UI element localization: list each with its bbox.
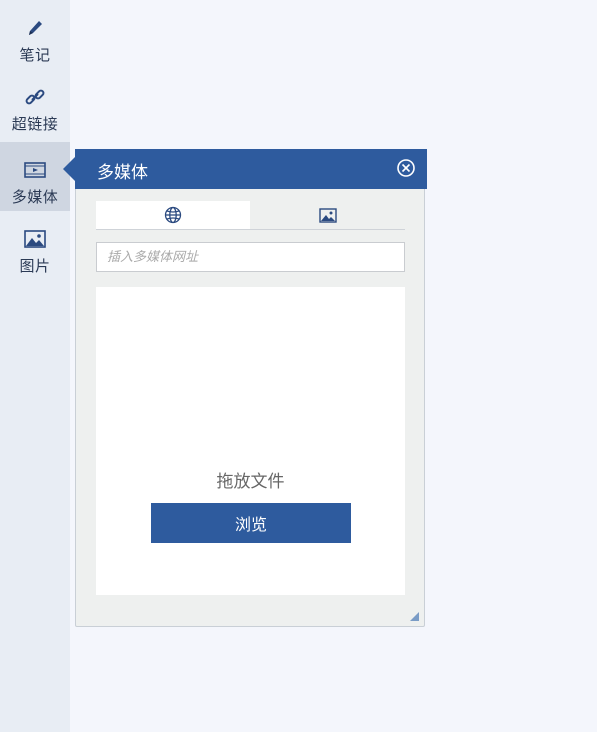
pen-icon	[24, 18, 46, 38]
panel-header: 多媒体	[63, 149, 427, 189]
multimedia-panel: 多媒体 拖放文	[63, 149, 427, 627]
film-icon	[24, 160, 46, 180]
drop-text: 拖放文件	[216, 472, 285, 492]
close-icon	[397, 159, 415, 177]
sidebar-item-label: 图片	[19, 257, 51, 275]
drop-area[interactable]: 拖放文件 浏览	[96, 287, 405, 595]
browse-button[interactable]: 浏览	[151, 503, 351, 543]
sidebar: 笔记 超链接 多媒体 图片	[0, 0, 70, 732]
panel-pointer	[63, 157, 75, 181]
panel-title: 多媒体	[97, 163, 148, 183]
sidebar-item-label: 超链接	[11, 115, 59, 133]
image-icon	[319, 207, 337, 223]
media-tabs	[96, 201, 405, 230]
link-icon	[24, 87, 46, 107]
sidebar-item-multimedia[interactable]: 多媒体	[0, 142, 70, 211]
tab-image[interactable]	[251, 201, 405, 229]
globe-icon	[164, 206, 182, 224]
sidebar-item-label: 多媒体	[11, 188, 59, 206]
url-input[interactable]	[96, 242, 405, 272]
sidebar-item-notes[interactable]: 笔记	[0, 0, 70, 69]
sidebar-item-hyperlink[interactable]: 超链接	[0, 69, 70, 138]
image-icon	[24, 229, 46, 249]
close-button[interactable]	[397, 159, 415, 177]
sidebar-item-image[interactable]: 图片	[0, 211, 70, 280]
resize-handle[interactable]	[410, 612, 419, 621]
tab-web[interactable]	[96, 201, 250, 229]
sidebar-item-label: 笔记	[19, 46, 51, 64]
